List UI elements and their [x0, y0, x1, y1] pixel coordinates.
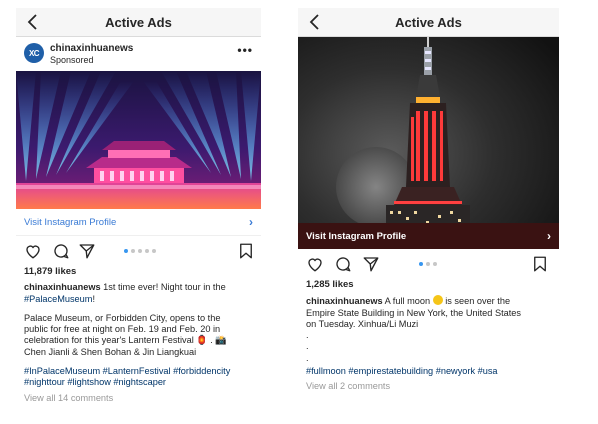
share-icon[interactable] [78, 242, 96, 260]
caption-hashtags[interactable]: #fullmoon #empirestatebuilding #newyork … [306, 366, 551, 377]
chevron-right-icon: › [249, 215, 253, 229]
carousel-dot [426, 262, 430, 266]
right-ad-screen: Active Ads Visit Instagram Profile › 1,2… [298, 8, 559, 420]
back-arrow-icon[interactable] [24, 12, 44, 32]
post-header: XC chinaxinhuanews Sponsored ••• [16, 37, 261, 71]
post-image-empire-state[interactable]: Visit Instagram Profile › [298, 37, 559, 249]
page-title: Active Ads [395, 14, 462, 30]
heart-icon[interactable] [24, 242, 42, 260]
top-navigation-bar: Active Ads [298, 8, 559, 37]
post-image-palace-museum[interactable] [16, 71, 261, 209]
post-caption: 11,879 likes chinaxinhuanews 1st time ev… [16, 266, 261, 404]
carousel-indicator [124, 249, 156, 253]
post-actions [298, 249, 559, 279]
sponsored-label: Sponsored [50, 55, 94, 65]
visit-profile-button[interactable]: Visit Instagram Profile › [16, 209, 261, 236]
likes-count[interactable]: 1,285 likes [306, 279, 551, 290]
avatar[interactable]: XC [24, 43, 44, 63]
carousel-indicator [419, 262, 437, 266]
carousel-dot-active [124, 249, 128, 253]
carousel-dot-active [419, 262, 423, 266]
chevron-right-icon: › [547, 229, 551, 243]
post-actions [16, 236, 261, 266]
visit-profile-label: Visit Instagram Profile [306, 230, 407, 242]
share-icon[interactable] [362, 255, 380, 273]
caption-text: chinaxinhuanews A full moon is seen over… [306, 295, 522, 363]
carousel-dot [152, 249, 156, 253]
comment-icon[interactable] [334, 255, 352, 273]
back-arrow-icon[interactable] [306, 12, 326, 32]
visit-profile-button[interactable]: Visit Instagram Profile › [298, 223, 559, 249]
caption-intro: chinaxinhuanews 1st time ever! Night tou… [24, 282, 226, 304]
more-options-icon[interactable]: ••• [237, 43, 253, 57]
bookmark-icon[interactable] [531, 255, 549, 273]
post-username[interactable]: chinaxinhuanews [50, 43, 133, 54]
hashtag-link[interactable]: #PalaceMuseum [24, 294, 92, 304]
caption-username[interactable]: chinaxinhuanews [306, 296, 383, 306]
view-all-comments-link[interactable]: View all 2 comments [306, 381, 551, 392]
left-ad-screen: Active Ads XC chinaxinhuanews Sponsored … [16, 8, 261, 416]
visit-profile-label: Visit Instagram Profile [24, 216, 117, 228]
comment-icon[interactable] [52, 242, 70, 260]
top-navigation-bar: Active Ads [16, 8, 261, 37]
carousel-dot [145, 249, 149, 253]
carousel-dot [138, 249, 142, 253]
carousel-dot [131, 249, 135, 253]
page-title: Active Ads [105, 14, 172, 30]
bookmark-icon[interactable] [237, 242, 255, 260]
view-all-comments-link[interactable]: View all 14 comments [24, 393, 253, 404]
post-caption: 1,285 likes chinaxinhuanews A full moon … [298, 279, 559, 393]
caption-paragraph: Palace Museum, or Forbidden City, opens … [24, 312, 227, 357]
moon-emoji-icon [432, 295, 443, 306]
caption-username[interactable]: chinaxinhuanews [24, 282, 101, 292]
likes-count[interactable]: 11,879 likes [24, 266, 253, 277]
heart-icon[interactable] [306, 255, 324, 273]
caption-hashtags[interactable]: #InPalaceMuseum #LanternFestival #forbid… [24, 366, 253, 389]
carousel-dot [433, 262, 437, 266]
